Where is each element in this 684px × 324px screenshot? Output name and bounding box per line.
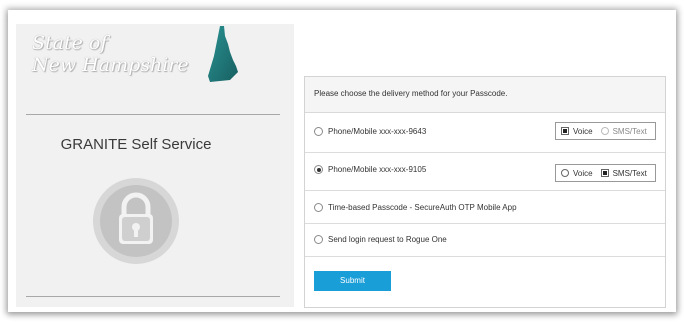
option-label: Phone/Mobile xxx-xxx-9643: [328, 127, 427, 136]
sms-checkbox-9105[interactable]: [600, 169, 609, 177]
voice-radio-9105[interactable]: [561, 169, 569, 177]
voice-label: Voice: [573, 126, 593, 136]
sms-label: SMS/Text: [612, 168, 647, 178]
option-row-login-request[interactable]: Send login request to Rogue One: [305, 224, 665, 257]
radio-phone-9105[interactable]: [314, 165, 323, 174]
panel-prompt: Please choose the delivery method for yo…: [305, 77, 665, 113]
submit-button[interactable]: Submit: [314, 271, 391, 291]
option-login-request[interactable]: Send login request to Rogue One: [314, 235, 447, 244]
sms-radio-9643[interactable]: [600, 127, 609, 135]
app-title: GRANITE Self Service: [60, 136, 212, 153]
state-logo-text: State of New Hampshire: [32, 32, 189, 76]
left-branding-panel: State of New Hampshire GRANITE Self Serv…: [16, 24, 294, 307]
voice-label: Voice: [573, 168, 593, 178]
channel-select-9643: Voice SMS/Text: [555, 122, 656, 140]
delivery-method-panel: Please choose the delivery method for yo…: [304, 76, 666, 308]
option-row-phone-9105[interactable]: Phone/Mobile xxx-xxx-9105 Voice SMS/Text: [305, 153, 665, 191]
option-otp-app[interactable]: Time-based Passcode - SecureAuth OTP Mob…: [314, 203, 517, 212]
radio-otp-app[interactable]: [314, 203, 323, 212]
radio-login-request[interactable]: [314, 235, 323, 244]
radio-phone-9643[interactable]: [314, 127, 323, 136]
voice-checkbox-9643[interactable]: [561, 127, 569, 135]
option-label: Send login request to Rogue One: [328, 235, 447, 244]
option-phone-9105[interactable]: Phone/Mobile xxx-xxx-9105: [314, 165, 426, 174]
option-row-otp-app[interactable]: Time-based Passcode - SecureAuth OTP Mob…: [305, 191, 665, 224]
brand-line-2: New Hampshire: [32, 54, 189, 76]
option-label: Phone/Mobile xxx-xxx-9105: [328, 165, 427, 174]
option-phone-9643[interactable]: Phone/Mobile xxx-xxx-9643: [314, 127, 426, 136]
brand-line-1: State of: [32, 32, 108, 54]
padlock-icon: [93, 178, 179, 264]
divider-top: [26, 114, 280, 115]
divider-bottom: [26, 296, 280, 297]
new-hampshire-shape-icon: [208, 26, 238, 82]
sms-label: SMS/Text: [612, 126, 647, 136]
channel-select-9105: Voice SMS/Text: [555, 164, 656, 182]
option-label: Time-based Passcode - SecureAuth OTP Mob…: [328, 203, 517, 212]
option-row-phone-9643[interactable]: Phone/Mobile xxx-xxx-9643 Voice SMS/Text: [305, 113, 665, 153]
